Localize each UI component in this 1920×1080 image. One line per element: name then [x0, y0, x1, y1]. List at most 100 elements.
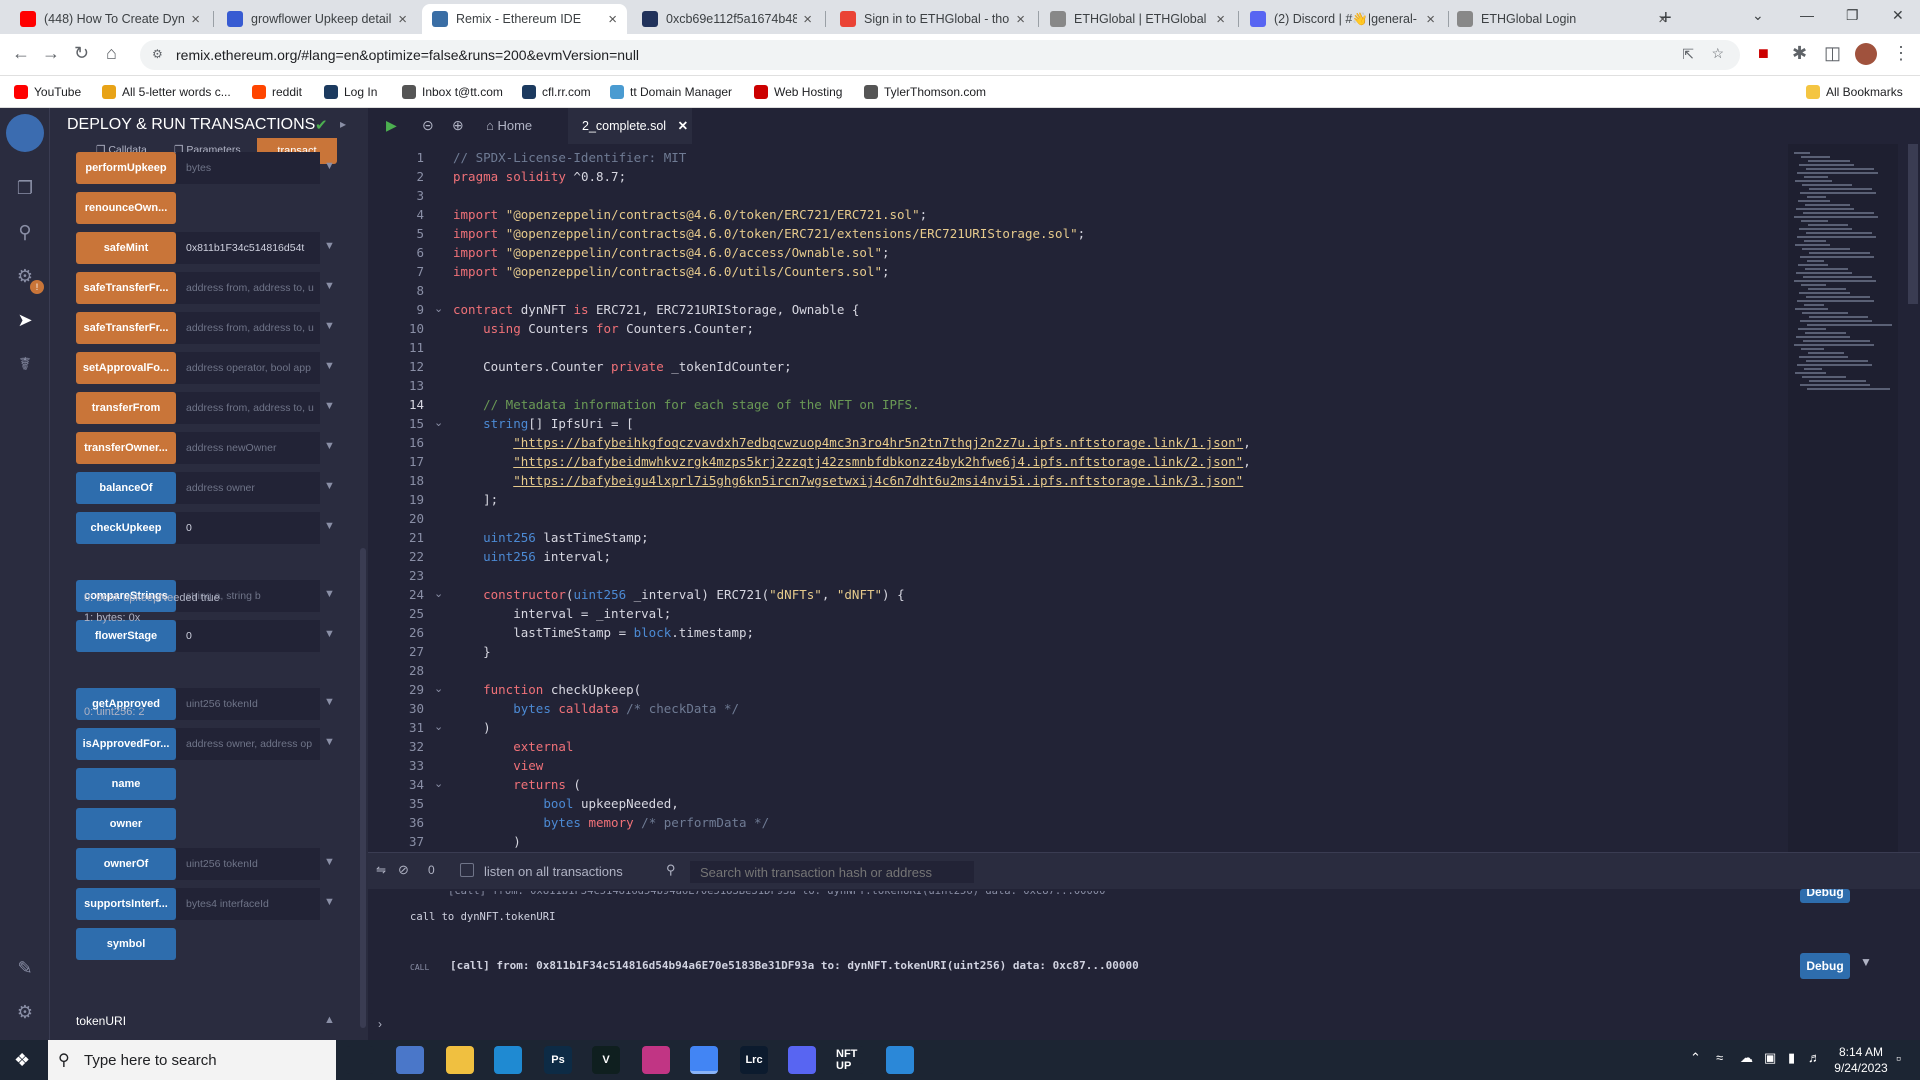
fold-chevron-icon[interactable]: ⌄ [434, 587, 443, 600]
debug-button[interactable]: Debug [1800, 953, 1850, 979]
debug-button[interactable]: Debug [1800, 889, 1850, 903]
battery-icon[interactable]: ▮ [1788, 1050, 1795, 1066]
expand-chevron-icon[interactable]: ▼ [324, 520, 335, 532]
terminal-prompt-icon[interactable]: › [378, 1017, 382, 1031]
browser-tab[interactable]: ETHGlobal Login × [1447, 4, 1677, 34]
site-info-icon[interactable]: ⚙ [152, 47, 163, 61]
fold-chevron-icon[interactable]: ⌄ [434, 720, 443, 733]
expand-chevron-icon[interactable]: ▼ [324, 440, 335, 452]
fold-chevron-icon[interactable]: ⌄ [434, 682, 443, 695]
settings-icon[interactable]: ⚙ [13, 1002, 37, 1026]
browser-tab[interactable]: Remix - Ethereum IDE × [422, 4, 627, 34]
code-line[interactable]: constructor(uint256 _interval) ERC721("d… [453, 587, 905, 602]
back-icon[interactable]: ← [12, 43, 30, 64]
function-button[interactable]: transferOwner... [76, 432, 176, 464]
share-icon[interactable]: ⇱ [1682, 46, 1694, 63]
code-line[interactable]: ) [453, 834, 521, 849]
function-button[interactable]: safeMint [76, 232, 176, 264]
browser-tab[interactable]: (2) Discord | #👋|general- × [1240, 4, 1445, 34]
chevron-down-icon[interactable]: ▼ [1860, 955, 1872, 969]
chrome-taskbar-icon[interactable] [690, 1046, 718, 1074]
function-button[interactable]: checkUpkeep [76, 512, 176, 544]
fold-chevron-icon[interactable]: ⌄ [434, 416, 443, 429]
network-icon[interactable]: ▣ [1764, 1050, 1776, 1066]
code-line[interactable]: } [453, 644, 491, 659]
code-line[interactable]: import "@openzeppelin/contracts@4.6.0/to… [453, 207, 927, 222]
fold-chevron-icon[interactable]: ⌄ [434, 302, 443, 315]
close-tab-icon[interactable]: × [1216, 11, 1225, 28]
reload-icon[interactable]: ↻ [74, 43, 89, 64]
browser-tab[interactable]: growflower Upkeep detail × [217, 4, 417, 34]
code-line[interactable]: function checkUpkeep( [453, 682, 641, 697]
function-input[interactable]: 0x811b1F34c514816d54t [176, 232, 320, 264]
forward-icon[interactable]: → [42, 43, 60, 64]
plugin-manager-icon[interactable]: ✎ [13, 958, 37, 982]
bookmark-star-icon[interactable]: ☆ [1711, 45, 1724, 62]
close-tab-icon[interactable]: × [191, 11, 200, 28]
wifi-icon[interactable]: ≈ [1716, 1050, 1723, 1065]
code-line[interactable]: import "@openzeppelin/contracts@4.6.0/ac… [453, 245, 890, 260]
code-line[interactable]: // SPDX-License-Identifier: MIT [453, 150, 686, 165]
code-line[interactable]: contract dynNFT is ERC721, ERC721URIStor… [453, 302, 859, 317]
taskview-taskbar-icon[interactable] [346, 1046, 374, 1074]
code-line[interactable]: Counters.Counter private _tokenIdCounter… [453, 359, 792, 374]
function-input[interactable]: address from, address to, u [176, 272, 320, 304]
close-tab-icon[interactable]: × [398, 11, 407, 28]
code-line[interactable]: ) [453, 720, 491, 735]
home-icon[interactable]: ⌂ [106, 43, 117, 64]
file-explorer-icon[interactable]: ❐ [13, 178, 37, 202]
taskbar-search-box[interactable]: ⚲ Type here to search [48, 1040, 336, 1080]
expand-chevron-icon[interactable]: ▼ [324, 856, 335, 868]
function-input[interactable]: address owner [176, 472, 320, 504]
windows-start-icon[interactable]: ❖ [14, 1050, 30, 1071]
code-line[interactable]: lastTimeStamp = block.timestamp; [453, 625, 754, 640]
function-input[interactable]: address from, address to, u [176, 392, 320, 424]
calendar-taskbar-icon[interactable] [396, 1046, 424, 1074]
browser-tab[interactable]: (448) How To Create Dyna × [10, 4, 210, 34]
explorer-taskbar-icon[interactable] [446, 1046, 474, 1074]
code-line[interactable]: // Metadata information for each stage o… [453, 397, 920, 412]
instagram-taskbar-icon[interactable] [642, 1046, 670, 1074]
collapse-terminal-icon[interactable]: ⇋ [376, 863, 386, 877]
browser-tab[interactable]: ETHGlobal | ETHGlobal Ne × [1040, 4, 1235, 34]
bookmark-item[interactable]: cfl.rr.com [522, 85, 591, 99]
function-input[interactable]: 0 [176, 620, 320, 652]
code-line[interactable]: view [453, 758, 543, 773]
expand-chevron-icon[interactable]: ▼ [324, 896, 335, 908]
zoom-out-icon[interactable]: ⊝ [422, 117, 434, 134]
maximize-icon[interactable]: ❐ [1846, 7, 1859, 24]
close-tab-icon[interactable]: × [803, 11, 812, 28]
bookmark-item[interactable]: Inbox t@tt.com [402, 85, 503, 99]
fold-chevron-icon[interactable]: ⌄ [434, 777, 443, 790]
function-button[interactable]: performUpkeep [76, 152, 176, 184]
chrome-menu-icon[interactable]: ⋮ [1892, 43, 1910, 64]
extensions-icon[interactable]: ✱ [1792, 43, 1807, 64]
bookmark-item[interactable]: tt Domain Manager [610, 85, 732, 99]
pdf-extension-icon[interactable]: ■ [1758, 43, 1769, 64]
bookmark-item[interactable]: All 5-letter words c... [102, 85, 231, 99]
code-line[interactable]: pragma solidity ^0.8.7; [453, 169, 626, 184]
discord-taskbar-icon[interactable] [788, 1046, 816, 1074]
url-field[interactable]: ⚙ remix.ethereum.org/#lang=en&optimize=f… [140, 40, 1740, 70]
close-tab-icon[interactable]: × [1426, 11, 1435, 28]
code-editor[interactable]: 1 2 3 4 5 6 7 8 9 10 11 12 13 14 15 16 17 18 19 20 21 22 23 24 2… [368, 144, 1920, 852]
function-button[interactable]: supportsInterf... [76, 888, 176, 920]
all-bookmarks[interactable]: All Bookmarks [1806, 85, 1903, 99]
close-window-icon[interactable]: ✕ [1892, 7, 1904, 24]
code-line[interactable]: "https://bafybeigu4lxprl7i5ghg6kn5ircn7w… [453, 473, 1243, 488]
minimap[interactable] [1788, 144, 1898, 852]
bookmark-item[interactable]: YouTube [14, 85, 81, 99]
expand-chevron-icon[interactable]: ▼ [324, 360, 335, 372]
vscode-taskbar-icon[interactable] [494, 1046, 522, 1074]
code-line[interactable]: uint256 interval; [453, 549, 611, 564]
lightroom-taskbar-icon[interactable]: Lrc [740, 1046, 768, 1074]
function-button[interactable]: ownerOf [76, 848, 176, 880]
tray-chevron-icon[interactable]: ⌃ [1690, 1050, 1701, 1066]
function-button[interactable]: owner [76, 808, 176, 840]
code-line[interactable]: ]; [453, 492, 498, 507]
function-input[interactable]: bytes4 interfaceId [176, 888, 320, 920]
function-input[interactable]: address newOwner [176, 432, 320, 464]
chevron-right-icon[interactable]: ▸ [340, 117, 346, 131]
function-button[interactable]: balanceOf [76, 472, 176, 504]
clear-console-icon[interactable]: ⊘ [398, 862, 409, 878]
